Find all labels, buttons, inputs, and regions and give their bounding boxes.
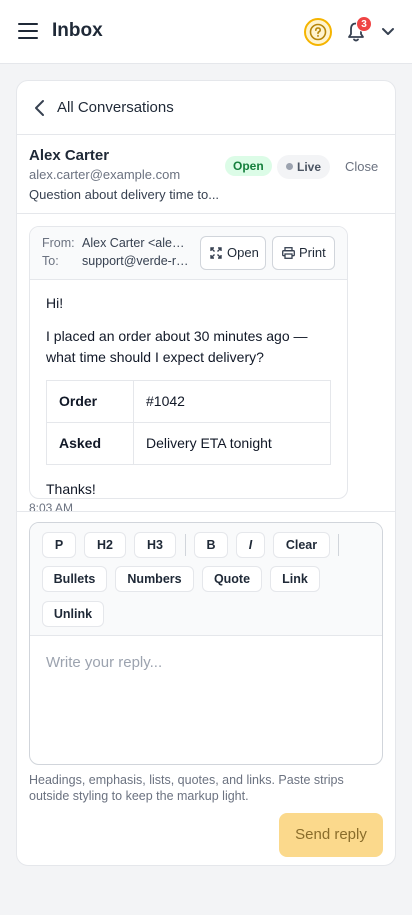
bold-button[interactable]: B — [194, 532, 228, 558]
toolbar-divider — [338, 534, 339, 556]
help-button[interactable] — [304, 18, 332, 46]
conversation-subject: Question about delivery time to... — [29, 187, 220, 202]
top-app-bar: Inbox 3 — [0, 0, 412, 64]
from-label: From: — [42, 236, 75, 250]
heading2-button[interactable]: H2 — [84, 532, 126, 558]
table-cell-key: Order — [46, 380, 134, 423]
live-status-dot — [286, 163, 293, 170]
formatting-toolbar: P H2 H3 B I Clear Bullets Numbers Quote … — [30, 523, 382, 636]
status-badge: Open — [225, 156, 272, 176]
table-cell-value: Delivery ETA tonight — [133, 422, 331, 465]
email-signoff: Thanks! — [46, 481, 96, 497]
help-icon — [309, 23, 327, 41]
table-cell-value: #1042 — [133, 380, 331, 423]
contact-email: alex.carter@example.com — [29, 167, 181, 182]
conversation-header: Alex Carter alex.carter@example.com Ques… — [17, 135, 395, 214]
rich-text-editor: P H2 H3 B I Clear Bullets Numbers Quote … — [29, 522, 383, 765]
heading3-button[interactable]: H3 — [134, 532, 176, 558]
back-to-conversations-link[interactable]: All Conversations — [17, 81, 395, 135]
to-value: support@verde-rutera.com — [82, 254, 190, 268]
toolbar-divider — [185, 534, 186, 556]
numbers-button[interactable]: Numbers — [115, 566, 194, 592]
italic-button[interactable]: I — [236, 532, 265, 558]
email-from-line: From: Alex Carter <alex.carter@example.co… — [42, 236, 190, 250]
order-details-table: Order #1042 Asked Delivery ETA tonight — [46, 380, 331, 465]
email-message: From: Alex Carter <alex.carter@example.co… — [29, 226, 348, 499]
print-button[interactable]: Print — [272, 236, 335, 270]
clear-formatting-button[interactable]: Clear — [273, 532, 330, 558]
paragraph-button[interactable]: P — [42, 532, 76, 558]
contact-name: Alex Carter — [29, 147, 110, 164]
table-row: Asked Delivery ETA tonight — [46, 422, 331, 465]
table-cell-key: Asked — [46, 422, 134, 465]
expand-icon — [210, 247, 222, 259]
email-to-line: To: support@verde-rutera.com — [42, 254, 190, 268]
reply-input-wrapper — [30, 636, 382, 764]
open-button-label: Open — [227, 245, 259, 260]
email-body: Hi! I placed an order about 30 minutes a… — [46, 293, 336, 498]
composer-helper-text: Headings, emphasis, lists, quotes, and l… — [29, 773, 344, 803]
quote-button[interactable]: Quote — [202, 566, 262, 592]
chevron-down-icon[interactable] — [380, 26, 396, 38]
notification-count-badge: 3 — [356, 16, 372, 32]
page-title: Inbox — [52, 20, 103, 41]
email-text: I placed an order about 30 minutes ago —… — [46, 328, 308, 365]
message-thread[interactable]: From: Alex Carter <alex.carter@example.co… — [17, 215, 395, 511]
to-label: To: — [42, 254, 59, 268]
hamburger-menu-icon[interactable] — [18, 23, 38, 41]
live-badge-label: Live — [297, 160, 322, 174]
bullets-button[interactable]: Bullets — [42, 566, 107, 592]
print-button-label: Print — [299, 245, 326, 260]
send-reply-button[interactable]: Send reply — [279, 813, 383, 857]
email-header: From: Alex Carter <alex.carter@example.co… — [30, 227, 347, 280]
email-greeting: Hi! — [46, 295, 64, 311]
table-row: Order #1042 — [46, 380, 331, 423]
reply-composer: P H2 H3 B I Clear Bullets Numbers Quote … — [17, 511, 395, 865]
chevron-left-icon — [35, 100, 44, 116]
live-badge: Live — [277, 155, 331, 179]
message-timestamp: 8:03 AM — [29, 501, 74, 511]
link-button[interactable]: Link — [270, 566, 320, 592]
unlink-button[interactable]: Unlink — [42, 601, 104, 627]
printer-icon — [282, 247, 295, 259]
open-email-button[interactable]: Open — [200, 236, 266, 270]
from-value: Alex Carter <alex.carter@example.com> — [82, 236, 190, 250]
back-link-label: All Conversations — [57, 99, 174, 116]
conversation-card: All Conversations Alex Carter alex.carte… — [16, 80, 396, 866]
reply-input[interactable] — [46, 654, 366, 746]
close-conversation-button[interactable]: Close — [345, 159, 378, 174]
